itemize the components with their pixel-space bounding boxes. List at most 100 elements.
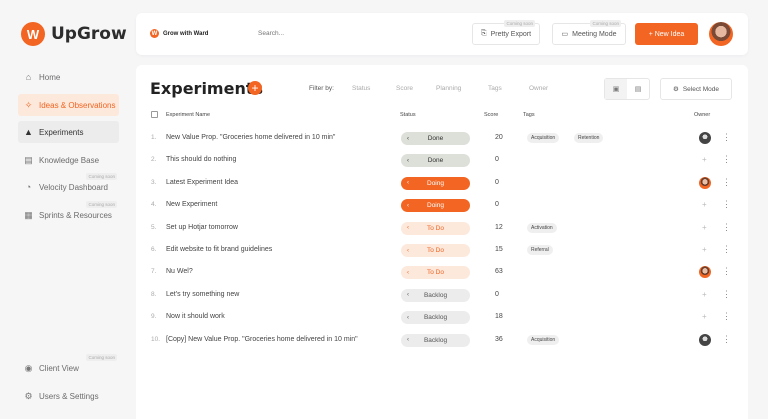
status-badge[interactable]: ‹ Done <box>401 132 470 145</box>
column-header-status[interactable]: Status <box>400 112 416 118</box>
sidebar-item-ideas[interactable]: ✧ Ideas & Observations <box>18 94 119 116</box>
table-row[interactable]: 5. Set up Hotjar tomorrow ‹ To Do 12 Activati… <box>136 218 748 240</box>
sidebar-item-sprints-resources[interactable]: ▦ Sprints & Resources Coming soon <box>18 201 119 226</box>
owner-avatar[interactable] <box>699 333 711 346</box>
status-badge[interactable]: ‹ Backlog <box>401 288 470 302</box>
owner-avatar[interactable] <box>699 132 711 144</box>
chevron-left-icon[interactable]: ‹ <box>407 270 409 276</box>
more-options-icon[interactable]: ⋮ <box>722 289 731 300</box>
add-experiment-button[interactable]: + <box>248 81 262 95</box>
experiment-name[interactable]: Edit website to fit brand guidelines <box>166 246 272 253</box>
chevron-left-icon[interactable]: ‹ <box>407 248 409 254</box>
user-avatar[interactable] <box>709 22 733 46</box>
more-options-icon[interactable]: ⋮ <box>722 311 731 322</box>
experiment-name[interactable]: Let's try something new <box>166 291 239 298</box>
filter-owner[interactable]: Owner <box>529 85 548 92</box>
chevron-left-icon[interactable]: ‹ <box>407 180 409 186</box>
meeting-mode-button[interactable]: ▭ Meeting Mode Coming soon <box>552 20 626 45</box>
owner-avatar[interactable] <box>699 266 711 279</box>
select-mode-label: Select Mode <box>682 85 719 93</box>
score-value: 36 <box>495 335 503 343</box>
table-row[interactable]: 1. New Value Prop. "Groceries home delive… <box>136 128 748 150</box>
tag-badge[interactable]: Activation <box>527 222 557 233</box>
table-row[interactable]: 6. Edit website to fit brand guidelines ‹ T… <box>136 240 748 262</box>
add-owner-icon[interactable]: + <box>702 290 707 299</box>
status-badge[interactable]: ‹ Backlog <box>401 333 470 347</box>
add-owner-icon[interactable]: + <box>702 200 707 209</box>
experiment-name[interactable]: Latest Experiment Idea <box>166 179 238 186</box>
sidebar-item-experiments[interactable]: ▲ Experiments <box>18 121 119 143</box>
experiment-name[interactable]: Nu Wel? <box>166 268 193 275</box>
add-owner-icon[interactable]: + <box>702 245 707 254</box>
table-row[interactable]: 10. [Copy] New Value Prop. "Groceries hom… <box>136 330 748 352</box>
filter-planning[interactable]: Planning <box>436 85 461 92</box>
status-badge[interactable]: ‹ Backlog <box>401 311 470 325</box>
sidebar-item-knowledge-base[interactable]: ▤ Knowledge Base <box>18 149 119 171</box>
table-row[interactable]: 3. Latest Experiment Idea ‹ Doing 0 ⋮ <box>136 173 748 195</box>
tag-badge[interactable]: Referral <box>527 245 553 255</box>
chevron-left-icon[interactable]: ‹ <box>407 292 409 298</box>
workspace-switcher[interactable]: W Grow with Ward <box>150 29 208 38</box>
column-header-owner[interactable]: Owner <box>694 112 710 118</box>
row-number: 1. <box>151 134 157 141</box>
tag-badge[interactable]: Acquisition <box>527 133 560 143</box>
status-badge[interactable]: ‹ To Do <box>401 266 470 280</box>
more-options-icon[interactable]: ⋮ <box>722 154 731 165</box>
sidebar-item-users-settings[interactable]: ⚙ Users & Settings <box>18 385 119 407</box>
more-options-icon[interactable]: ⋮ <box>722 132 731 143</box>
filter-score[interactable]: Score <box>396 85 413 92</box>
filter-tags[interactable]: Tags <box>488 85 502 92</box>
status-badge[interactable]: ‹ Done <box>401 154 470 168</box>
sidebar-item-home[interactable]: ⌂ Home <box>18 66 119 88</box>
status-badge[interactable]: ‹ Doing <box>401 176 470 190</box>
column-header-score[interactable]: Score <box>484 112 498 118</box>
add-owner-icon[interactable]: + <box>702 312 707 321</box>
tag-badge[interactable]: Acquisition <box>527 334 560 345</box>
more-options-icon[interactable]: ⋮ <box>722 177 731 188</box>
list-view-icon[interactable]: ▣ <box>605 79 627 99</box>
speedometer-icon: ◔ <box>25 181 32 192</box>
chevron-left-icon[interactable]: ‹ <box>407 337 409 343</box>
status-badge[interactable]: ‹ Doing <box>401 199 470 213</box>
status-badge[interactable]: ‹ To Do <box>401 221 470 235</box>
sidebar-item-client-view[interactable]: ◉ Client View Coming soon <box>18 354 119 379</box>
new-idea-button[interactable]: + New Idea <box>635 23 698 45</box>
owner-avatar[interactable] <box>699 176 711 189</box>
more-options-icon[interactable]: ⋮ <box>722 222 731 233</box>
sidebar-item-velocity-dashboard[interactable]: ◔ Velocity Dashboard Coming soon <box>18 173 119 198</box>
chevron-left-icon[interactable]: ‹ <box>407 315 409 321</box>
table-row[interactable]: 4. New Experiment ‹ Doing 0 + ⋮ <box>136 195 748 217</box>
table-row[interactable]: 9. Now it should work ‹ Backlog 18 + ⋮ <box>136 307 748 329</box>
board-view-icon[interactable]: ▤ <box>627 79 649 99</box>
experiment-name[interactable]: Now it should work <box>166 313 225 320</box>
select-mode-button[interactable]: ⚙ Select Mode <box>660 78 732 100</box>
add-owner-icon[interactable]: + <box>702 223 707 232</box>
experiment-name[interactable]: This should do nothing <box>166 156 236 163</box>
filter-status[interactable]: Status <box>352 85 370 92</box>
chevron-left-icon[interactable]: ‹ <box>407 136 409 142</box>
experiment-name[interactable]: Set up Hotjar tomorrow <box>166 224 238 231</box>
pretty-export-button[interactable]: ⎘ Pretty Export Coming soon <box>472 20 540 45</box>
select-all-checkbox[interactable] <box>151 111 158 118</box>
chevron-left-icon[interactable]: ‹ <box>407 158 409 164</box>
more-options-icon[interactable]: ⋮ <box>722 199 731 210</box>
app-logo[interactable]: W UpGrow <box>21 22 127 46</box>
experiment-name[interactable]: New Experiment <box>166 201 217 208</box>
more-options-icon[interactable]: ⋮ <box>722 244 731 255</box>
status-badge[interactable]: ‹ To Do <box>401 244 470 257</box>
column-header-name[interactable]: Experiment Name <box>166 112 210 118</box>
score-value: 0 <box>495 290 499 298</box>
experiment-name[interactable]: [Copy] New Value Prop. "Groceries home d… <box>166 336 358 343</box>
add-owner-icon[interactable]: + <box>702 155 707 164</box>
more-options-icon[interactable]: ⋮ <box>722 334 731 345</box>
table-row[interactable]: 7. Nu Wel? ‹ To Do 63 ⋮ <box>136 262 748 284</box>
table-row[interactable]: 2. This should do nothing ‹ Done 0 + ⋮ <box>136 150 748 172</box>
chevron-left-icon[interactable]: ‹ <box>407 203 409 209</box>
column-header-tags[interactable]: Tags <box>523 112 535 118</box>
chevron-left-icon[interactable]: ‹ <box>407 225 409 231</box>
search-input[interactable] <box>258 30 358 37</box>
table-row[interactable]: 8. Let's try something new ‹ Backlog 0 + ⋮ <box>136 285 748 307</box>
more-options-icon[interactable]: ⋮ <box>722 266 731 277</box>
tag-badge[interactable]: Retention <box>574 133 604 143</box>
experiment-name[interactable]: New Value Prop. "Groceries home delivere… <box>166 134 335 141</box>
